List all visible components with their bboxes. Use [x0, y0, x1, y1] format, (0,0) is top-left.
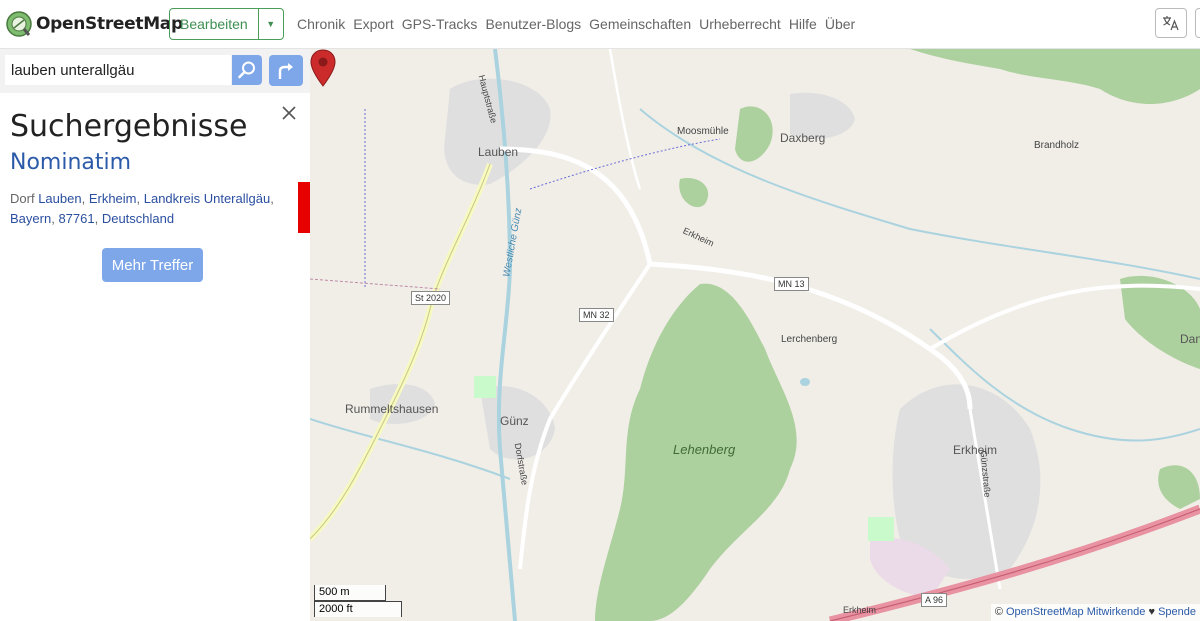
directions-icon	[278, 62, 293, 79]
road-minor	[608, 49, 642, 190]
results-title: Suchergebnisse	[10, 109, 248, 144]
sidebar: Suchergebnisse Nominatim Dorf Lauben, Er…	[0, 49, 310, 621]
forest-area	[910, 49, 1200, 104]
search-bar	[0, 49, 310, 93]
scale-imperial: 2000 ft	[314, 601, 402, 617]
heart-icon: ♥	[1148, 606, 1155, 618]
road-shield: MN 13	[774, 277, 809, 291]
nav-about[interactable]: Über	[825, 16, 855, 32]
scale-metric: 500 m	[314, 585, 386, 601]
user-menu-button[interactable]	[1195, 8, 1200, 38]
road-st2020	[310, 162, 493, 542]
nav-communities[interactable]: Gemeinschaften	[589, 16, 691, 32]
pond	[800, 378, 810, 386]
logo-text: OpenStreetMap	[36, 14, 183, 34]
map-marker-icon[interactable]	[310, 49, 336, 87]
header: OpenStreetMap Bearbeiten ▼ Chronik Expor…	[0, 0, 1200, 49]
edit-group: Bearbeiten ▼	[169, 8, 284, 40]
nav-export[interactable]: Export	[353, 16, 393, 32]
place-label: Moosmühle	[677, 126, 729, 137]
forest-label: Lehenberg	[673, 442, 736, 457]
place-label: Danke	[1180, 332, 1200, 346]
result-part: Erkheim	[88, 191, 137, 206]
stream	[310, 418, 511, 480]
forest-area	[735, 106, 773, 162]
caret-down-icon: ▼	[266, 19, 276, 29]
search-button[interactable]	[232, 55, 262, 85]
close-button[interactable]	[279, 103, 299, 123]
map-tiles	[310, 49, 1200, 621]
place-label: Lauben	[478, 145, 519, 159]
edit-dropdown-button[interactable]: ▼	[259, 9, 283, 39]
map[interactable]: Lauben Moosmühle Daxberg Brandholz Lerch…	[310, 49, 1200, 621]
park-area	[474, 376, 496, 398]
close-icon	[282, 106, 296, 120]
translate-icon	[1163, 16, 1179, 31]
place-label: Daxberg	[780, 131, 826, 145]
osm-logo-icon	[6, 11, 32, 37]
place-label: Erkheim	[953, 443, 998, 457]
road-shield: MN 32	[579, 308, 614, 322]
nav-history[interactable]: Chronik	[297, 16, 345, 32]
scale-bar: 500 m 2000 ft	[314, 585, 402, 617]
street-label: Erkheim	[843, 605, 877, 615]
result-place-link[interactable]: Lauben	[38, 191, 81, 206]
result-part: Landkreis Unterallgäu	[143, 191, 271, 206]
nav-copyright[interactable]: Urheberrecht	[699, 16, 781, 32]
more-results-button[interactable]: Mehr Treffer	[102, 248, 203, 282]
copyright-symbol: ©	[994, 606, 1003, 618]
attribution-link[interactable]: OpenStreetMap Mitwirkende	[1006, 606, 1145, 618]
language-button[interactable]	[1155, 8, 1187, 38]
edit-button[interactable]: Bearbeiten	[170, 9, 259, 39]
attribution: © OpenStreetMap Mitwirkende ♥ Spende	[990, 604, 1200, 621]
road-st2020	[310, 163, 491, 540]
directions-button[interactable]	[269, 55, 303, 86]
place-label: Rummeltshausen	[345, 402, 439, 416]
result-type: Dorf	[10, 191, 35, 206]
forest-area	[679, 178, 709, 208]
forest-area	[1120, 275, 1200, 369]
nav-user-diaries[interactable]: Benutzer-Blogs	[485, 16, 581, 32]
park-area	[868, 517, 894, 541]
road-shield: A 96	[921, 593, 948, 607]
result-item: Dorf Lauben, Erkheim, Landkreis Unterall…	[10, 191, 274, 226]
nav-help[interactable]: Hilfe	[789, 16, 817, 32]
provider-name: Nominatim	[10, 150, 132, 175]
logo[interactable]: OpenStreetMap	[6, 10, 183, 38]
donate-link[interactable]: Spende	[1158, 606, 1196, 618]
search-icon	[238, 61, 255, 79]
road-shield: St 2020	[411, 291, 451, 305]
result-part: Deutschland	[101, 211, 175, 226]
selected-result-indicator	[298, 182, 310, 233]
main-nav: Chronik Export GPS-Tracks Benutzer-Blogs…	[297, 0, 855, 48]
search-input[interactable]	[5, 55, 231, 85]
place-label: Brandholz	[1034, 140, 1080, 151]
forest-area	[1158, 465, 1200, 509]
place-label: Lerchenberg	[781, 334, 838, 345]
residential-area	[444, 78, 551, 185]
nav-gps-traces[interactable]: GPS-Tracks	[402, 16, 478, 32]
result-part: 87761	[58, 211, 95, 226]
footpath	[310, 278, 441, 290]
place-label: Günz	[500, 414, 529, 428]
result-part: Bayern	[10, 211, 52, 226]
